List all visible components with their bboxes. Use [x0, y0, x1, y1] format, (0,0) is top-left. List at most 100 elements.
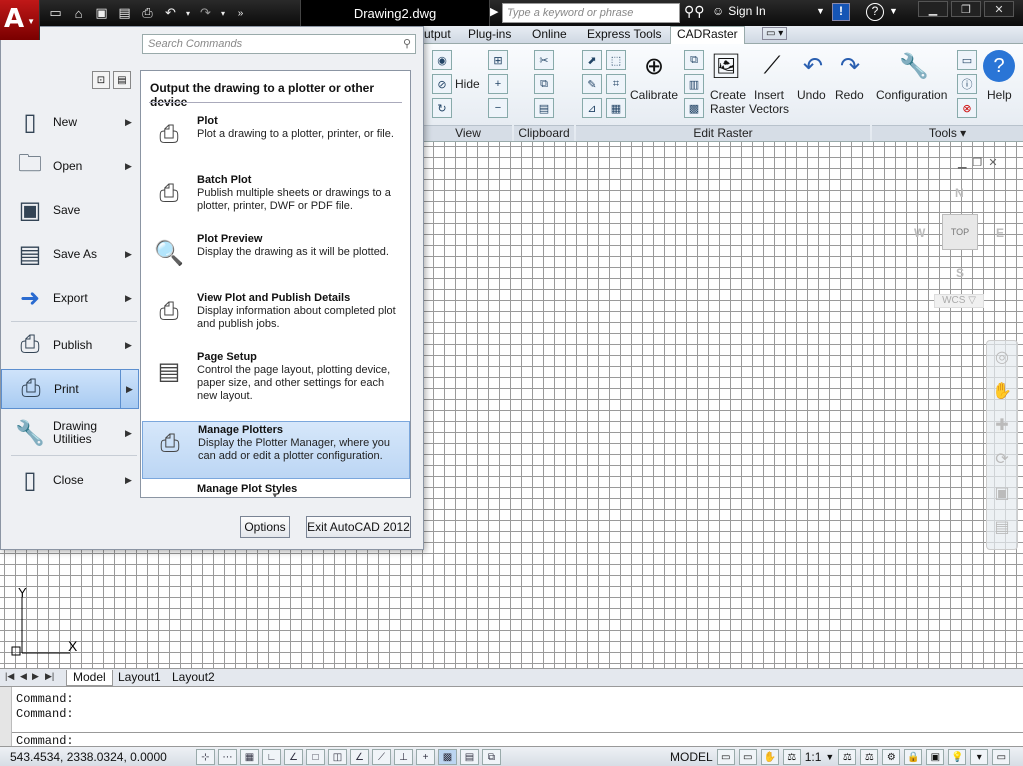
menu-item-print[interactable]: ⎙ Print ▶ [1, 369, 139, 409]
model-space-label[interactable]: MODEL [670, 750, 713, 764]
layout-quick-view-icon[interactable]: ▭ [716, 749, 735, 765]
raster-edit-icon[interactable]: ⬈ [582, 50, 602, 70]
grid-display-icon[interactable]: ▦ [240, 749, 259, 765]
overflow-icon[interactable]: » [231, 4, 250, 22]
transparency-icon[interactable]: ▩ [438, 749, 457, 765]
tab-express-tools[interactable]: Express Tools [587, 27, 661, 41]
workspace-switching-icon[interactable]: ⚙ [882, 749, 901, 765]
steering-wheel-icon[interactable]: ◎ [987, 341, 1017, 375]
window-icon[interactable]: ▭ [957, 50, 977, 70]
save-as-icon[interactable]: ▤ [115, 4, 134, 22]
pan-icon[interactable]: ✋ [760, 749, 779, 765]
drawing-quick-view-icon[interactable]: ▭ [738, 749, 757, 765]
command-window-grip[interactable] [0, 687, 12, 747]
create-raster-label-1[interactable]: Create [710, 88, 746, 102]
wrench-icon[interactable]: 🔧 [898, 50, 930, 82]
application-menu-button[interactable]: A ▼ [0, 0, 40, 40]
communication-center-button[interactable]: ! [832, 3, 850, 21]
status-menu-icon[interactable]: ▾ [970, 749, 989, 765]
tab-cadraster[interactable]: CADRaster [670, 26, 745, 44]
binoculars-icon[interactable]: ⚲⚲ [684, 3, 705, 20]
auto-scale-icon[interactable]: ⚖ [860, 749, 879, 765]
palette-icon[interactable]: ▩ [684, 98, 704, 118]
maximize-button[interactable]: ❐ [951, 1, 981, 17]
eraser-icon[interactable]: ✎ [582, 74, 602, 94]
isolate-objects-icon[interactable]: 💡 [948, 749, 967, 765]
zoom-icon[interactable]: ✚ [987, 409, 1017, 443]
submenu-item-batch-plot[interactable]: ⎙ Batch Plot Publish multiple sheets or … [142, 172, 410, 230]
ortho-mode-icon[interactable]: ∟ [262, 749, 281, 765]
submenu-item-plot-preview[interactable]: 🔍 Plot Preview Display the drawing as it… [142, 231, 410, 289]
redo-button-label[interactable]: Redo [835, 88, 864, 102]
open-documents-icon[interactable]: ▤ [113, 71, 131, 89]
raster-transform-icon[interactable]: ⬚ [606, 50, 626, 70]
viewcube-top-face[interactable]: TOP [942, 214, 978, 250]
menu-item-save-as[interactable]: ▤ Save As ▶ [1, 234, 139, 274]
object-snap-icon[interactable]: □ [306, 749, 325, 765]
coordinate-readout[interactable]: 543.4534, 2338.0324, 0.0000 [10, 750, 167, 764]
submenu-item-manage-plotters[interactable]: ⎙ Manage Plotters Display the Plotter Ma… [142, 421, 410, 479]
new-icon[interactable]: ▭ [46, 4, 65, 22]
calibrate-icon[interactable]: ⊕ [638, 50, 670, 82]
insert-vectors-label-2[interactable]: Vectors [749, 102, 789, 116]
showmotion-icon[interactable]: ▣ [987, 477, 1017, 511]
tab-online[interactable]: Online [532, 27, 567, 41]
hide-button-label[interactable]: Hide [455, 77, 480, 91]
submenu-item-view-plot-details[interactable]: ⎙ View Plot and Publish Details Display … [142, 290, 410, 348]
options-button[interactable]: Options [240, 516, 290, 538]
close-button[interactable]: ✕ [984, 1, 1014, 17]
info-icon[interactable]: ⓘ [957, 74, 977, 94]
next-layout-icon[interactable]: ▶ [32, 671, 39, 682]
insert-vectors-label-1[interactable]: Insert [754, 88, 784, 102]
cut-icon[interactable]: ✂ [534, 50, 554, 70]
redo-icon[interactable]: ↷ [834, 50, 866, 82]
crop-icon[interactable]: ⌗ [606, 74, 626, 94]
expand-arrow-icon[interactable]: ▶ [490, 5, 498, 18]
wcs-menu[interactable]: WCS ▽ [934, 294, 984, 308]
viewcube-north[interactable]: N [955, 186, 964, 200]
menu-item-drawing-utilities[interactable]: 🔧 Drawing Utilities ▶ [1, 413, 139, 453]
eye-icon[interactable]: ◉ [432, 50, 452, 70]
open-icon[interactable]: ⌂ [69, 4, 88, 22]
insert-vectors-icon[interactable]: ⟋ [756, 50, 788, 82]
print-icon[interactable]: ⎙ [138, 4, 157, 22]
scroll-down-icon[interactable]: ▼ [271, 491, 279, 497]
infer-constraints-icon[interactable]: ⊹ [196, 749, 215, 765]
refresh-icon[interactable]: ↻ [432, 98, 452, 118]
help-button-label[interactable]: Help [987, 88, 1012, 102]
tab-model[interactable]: Model [66, 670, 113, 686]
remove-view-icon[interactable]: − [488, 98, 508, 118]
tab-layout2[interactable]: Layout2 [166, 670, 221, 686]
help-icon[interactable]: ? [983, 50, 1015, 82]
submenu-item-plot[interactable]: ⎙ Plot Plot a drawing to a plotter, prin… [142, 113, 410, 171]
mirror-icon[interactable]: ⊿ [582, 98, 602, 118]
3d-object-snap-icon[interactable]: ◫ [328, 749, 347, 765]
configuration-button-label[interactable]: Configuration [876, 88, 947, 102]
menu-item-open[interactable]: 🗀 Open ▶ [1, 146, 139, 186]
polar-tracking-icon[interactable]: ∠ [284, 749, 303, 765]
panel-title-tools[interactable]: Tools ▾ [872, 125, 1023, 141]
minimize-button[interactable]: ▁ [918, 1, 948, 17]
pan-hand-icon[interactable]: ✋ [987, 375, 1017, 409]
tab-output[interactable]: utput [424, 27, 451, 41]
grid-view-icon[interactable]: ⊞ [488, 50, 508, 70]
paste-icon[interactable]: ▤ [534, 98, 554, 118]
recent-documents-icon[interactable]: ⊡ [92, 71, 110, 89]
annotation-visibility-icon[interactable]: ⚖ [838, 749, 857, 765]
annotation-scale-icon[interactable]: ⚖ [782, 749, 801, 765]
submenu-item-page-setup[interactable]: ▤ Page Setup Control the page layout, pl… [142, 349, 410, 417]
menu-item-export[interactable]: ➜ Export ▶ [1, 278, 139, 318]
nav-bar-grip-icon[interactable]: ▤ [987, 511, 1017, 545]
hardware-acceleration-icon[interactable]: ▣ [926, 749, 945, 765]
copy-icon[interactable]: ⧉ [534, 74, 554, 94]
viewcube-west[interactable]: W [914, 226, 925, 240]
menu-item-new[interactable]: ▯ New ▶ [1, 102, 139, 142]
dynamic-input-icon[interactable]: ⊥ [394, 749, 413, 765]
scale-dropdown-icon[interactable]: ▼ [825, 752, 834, 762]
stop-icon[interactable]: ⊗ [957, 98, 977, 118]
create-raster-icon[interactable]: 🖼 [710, 50, 742, 82]
prev-layout-icon[interactable]: ◀ [20, 671, 27, 682]
add-view-icon[interactable]: + [488, 74, 508, 94]
tab-plug-ins[interactable]: Plug-ins [468, 27, 511, 41]
tab-layout1[interactable]: Layout1 [112, 670, 167, 686]
